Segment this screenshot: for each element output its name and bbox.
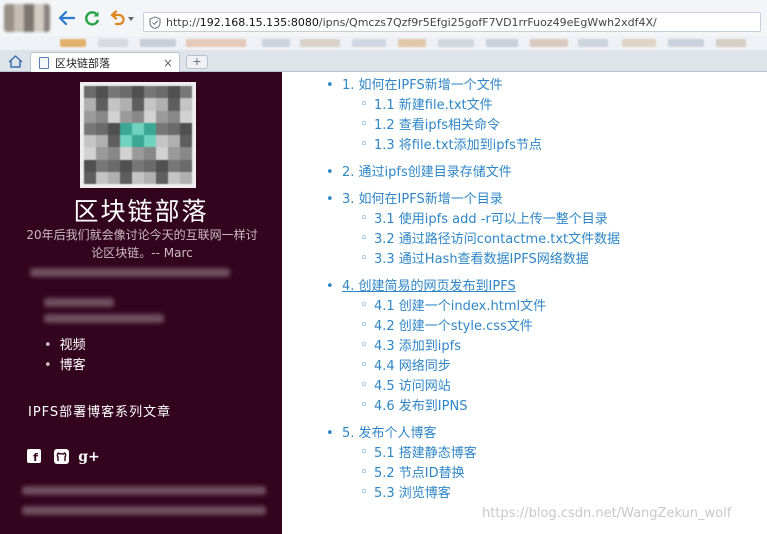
redacted-text bbox=[44, 298, 114, 307]
github-glyph bbox=[56, 452, 67, 461]
blog-sidebar: 区块链部落 20年后我们就会像讨论今天的互联网一样讨论区块链。-- Marc 视… bbox=[0, 72, 282, 534]
toc-link[interactable]: 4. 创建简易的网页发布到IPFS bbox=[326, 277, 620, 297]
toc-section: 4. 创建简易的网页发布到IPFS4.1 创建一个index.html文件4.2… bbox=[326, 277, 620, 417]
url-path: /ipns/Qmczs7Qzf9r5Efgi25gofF7VD1rrFuoz49… bbox=[318, 15, 657, 29]
main-content: 1. 如何在IPFS新增一个文件1.1 新建file.txt文件1.2 查看ip… bbox=[282, 72, 767, 534]
bookmark-item[interactable] bbox=[300, 39, 340, 47]
bookmark-item[interactable] bbox=[398, 39, 426, 47]
browser-toolbar: http://192.168.15.135:8080/ipns/Qmczs7Qz… bbox=[0, 0, 767, 36]
bookmarks-bar bbox=[0, 36, 767, 50]
redacted-text bbox=[22, 486, 266, 495]
google-plus-icon[interactable]: g+ bbox=[78, 449, 100, 465]
redacted-text bbox=[44, 314, 164, 323]
home-icon bbox=[7, 54, 23, 68]
user-avatar[interactable] bbox=[4, 4, 50, 32]
refresh-button[interactable] bbox=[83, 9, 101, 27]
undo-icon bbox=[110, 10, 134, 26]
bookmark-item[interactable] bbox=[98, 39, 128, 47]
tab-strip: 区块链部落 × + bbox=[0, 50, 767, 72]
toc-sublink[interactable]: 1.3 将file.txt添加到ipfs节点 bbox=[360, 135, 620, 156]
toc-sublink[interactable]: 5.1 搭建静态博客 bbox=[360, 443, 620, 464]
facebook-icon[interactable]: f bbox=[27, 449, 41, 464]
redacted-text bbox=[30, 268, 230, 277]
bookmark-item[interactable] bbox=[140, 39, 176, 47]
author-avatar bbox=[80, 82, 196, 188]
back-arrow-icon bbox=[59, 11, 75, 25]
watermark: https://blog.csdn.net/WangZekun_wolf bbox=[482, 506, 732, 521]
toc-sublist: 5.1 搭建静态博客5.2 节点ID替换5.3 浏览博客 bbox=[360, 443, 620, 504]
toc-sublist: 1.1 新建file.txt文件1.2 查看ipfs相关命令1.3 将file.… bbox=[360, 95, 620, 156]
toc-sublink[interactable]: 3.1 使用ipfs add -r可以上传一整个目录 bbox=[360, 209, 620, 230]
toc-sublink[interactable]: 4.1 创建一个index.html文件 bbox=[360, 296, 620, 317]
toc-sublink[interactable]: 3.3 通过Hash查看数据IPFS网络数据 bbox=[360, 249, 620, 270]
address-bar[interactable]: http://192.168.15.135:8080/ipns/Qmczs7Qz… bbox=[143, 12, 761, 32]
toc-link[interactable]: 3. 如何在IPFS新增一个目录 bbox=[326, 190, 620, 210]
bookmark-item[interactable] bbox=[578, 39, 608, 47]
sidebar-item-blog[interactable]: 博客 bbox=[44, 356, 86, 376]
toc-sublink[interactable]: 5.2 节点ID替换 bbox=[360, 463, 620, 484]
toc-sublink[interactable]: 4.4 网络同步 bbox=[360, 356, 620, 377]
back-button[interactable] bbox=[58, 9, 76, 27]
toc-section: 5. 发布个人博客5.1 搭建静态博客5.2 节点ID替换5.3 浏览博客 bbox=[326, 424, 620, 504]
toc-section: 3. 如何在IPFS新增一个目录3.1 使用ipfs add -r可以上传一整个… bbox=[326, 190, 620, 270]
avatar-mosaic bbox=[84, 86, 192, 184]
github-icon[interactable] bbox=[54, 449, 69, 464]
site-title[interactable]: 区块链部落 bbox=[0, 192, 282, 228]
bookmark-item[interactable] bbox=[60, 39, 86, 47]
toc-section: 2. 通过ipfs创建目录存储文件 bbox=[326, 163, 620, 183]
bookmark-item[interactable] bbox=[486, 39, 518, 47]
bookmark-item[interactable] bbox=[262, 39, 290, 47]
toc-sublink[interactable]: 3.2 通过路径访问contactme.txt文件数据 bbox=[360, 229, 620, 250]
toc-sublink[interactable]: 5.3 浏览博客 bbox=[360, 483, 620, 504]
tab-title: 区块链部落 bbox=[55, 56, 110, 70]
site-description: 20年后我们就会像讨论今天的互联网一样讨论区块链。-- Marc bbox=[26, 228, 258, 260]
series-title[interactable]: IPFS部署博客系列文章 bbox=[28, 401, 171, 420]
toc-sublink[interactable]: 4.5 访问网站 bbox=[360, 376, 620, 397]
sidebar-item-video[interactable]: 视频 bbox=[44, 336, 86, 356]
bookmark-item[interactable] bbox=[186, 39, 246, 47]
toc-sublist: 3.1 使用ipfs add -r可以上传一整个目录3.2 通过路径访问cont… bbox=[360, 209, 620, 270]
toc-link[interactable]: 1. 如何在IPFS新增一个文件 bbox=[326, 76, 620, 96]
redacted-text bbox=[22, 506, 266, 515]
toc-sublink[interactable]: 4.6 发布到IPNS bbox=[360, 396, 620, 417]
url-host: 192.168.15.135:8080 bbox=[199, 15, 319, 29]
new-tab-button[interactable]: + bbox=[186, 55, 208, 69]
toc-sublink[interactable]: 1.2 查看ipfs相关命令 bbox=[360, 115, 620, 136]
home-button[interactable] bbox=[6, 53, 24, 69]
bookmark-item[interactable] bbox=[438, 39, 474, 47]
shield-icon bbox=[148, 15, 162, 29]
bookmark-item[interactable] bbox=[716, 39, 746, 47]
sidebar-nav: 视频 博客 bbox=[44, 336, 86, 376]
tab-blockchain-tribe[interactable]: 区块链部落 × bbox=[30, 52, 180, 72]
toc-sublink[interactable]: 1.1 新建file.txt文件 bbox=[360, 95, 620, 116]
toc-link[interactable]: 5. 发布个人博客 bbox=[326, 424, 620, 444]
toc-sublink[interactable]: 4.2 创建一个style.css文件 bbox=[360, 316, 620, 337]
bookmark-item[interactable] bbox=[530, 39, 568, 47]
undo-dropdown-button[interactable] bbox=[108, 9, 136, 27]
bookmark-item[interactable] bbox=[622, 39, 656, 47]
url-text[interactable]: http://192.168.15.135:8080/ipns/Qmczs7Qz… bbox=[166, 16, 657, 29]
page-icon bbox=[39, 56, 49, 69]
table-of-contents: 1. 如何在IPFS新增一个文件1.1 新建file.txt文件1.2 查看ip… bbox=[326, 76, 620, 511]
toc-link[interactable]: 2. 通过ipfs创建目录存储文件 bbox=[326, 163, 620, 183]
toc-sublist: 4.1 创建一个index.html文件4.2 创建一个style.css文件4… bbox=[360, 296, 620, 417]
toc-section: 1. 如何在IPFS新增一个文件1.1 新建file.txt文件1.2 查看ip… bbox=[326, 76, 620, 156]
bookmark-item[interactable] bbox=[352, 39, 386, 47]
tab-close-icon[interactable]: × bbox=[163, 56, 173, 70]
toc-sublink[interactable]: 4.3 添加到ipfs bbox=[360, 336, 620, 357]
bookmark-item[interactable] bbox=[668, 39, 704, 47]
refresh-icon bbox=[85, 11, 100, 26]
facebook-letter: f bbox=[33, 450, 38, 464]
url-scheme: http:// bbox=[166, 15, 200, 29]
